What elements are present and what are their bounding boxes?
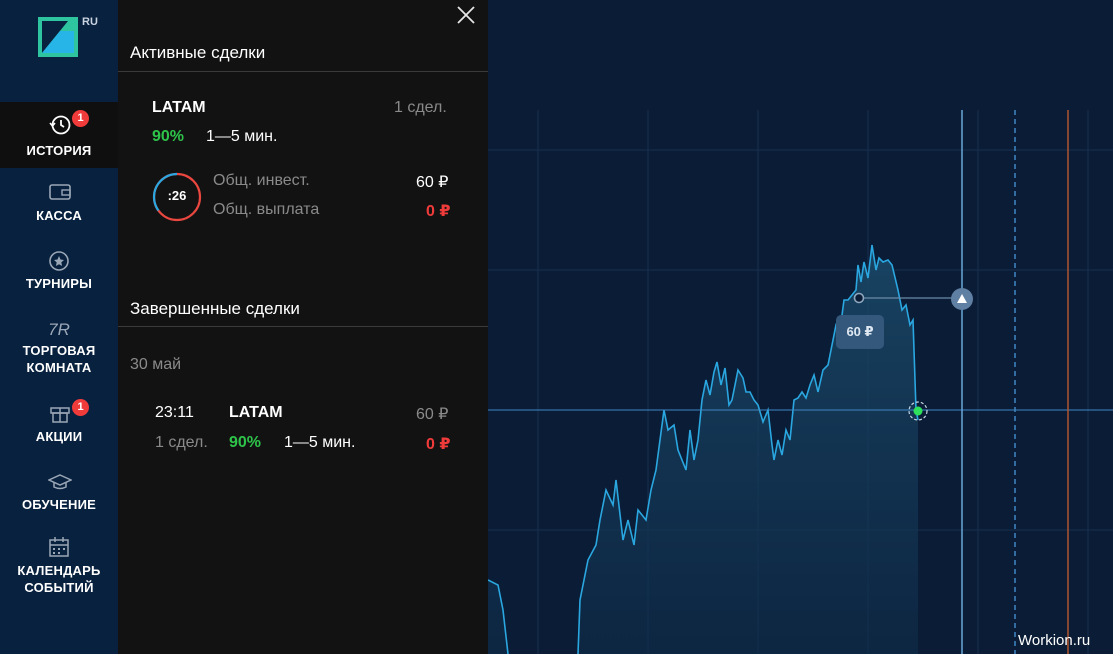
trade-amount-tooltip: 60 ₽ <box>836 315 884 349</box>
sidebar-item-label-line1: КАЛЕНДАРЬ <box>17 563 101 578</box>
logo-region: RU <box>82 16 98 28</box>
sidebar-item-label: ИСТОРИЯ <box>26 143 92 158</box>
completed-trade-percent: 90% <box>229 434 262 451</box>
completed-date: 30 май <box>130 356 182 373</box>
completed-trade-time: 23:11 <box>155 404 194 421</box>
sidebar-item-label-line1: ТОРГОВАЯ <box>22 343 96 358</box>
calendar-icon <box>44 536 74 560</box>
sidebar-item-label: ТУРНИРЫ <box>25 276 93 291</box>
current-point <box>913 406 923 416</box>
promotions-badge: 1 <box>72 399 89 416</box>
completed-trade-count: 1 сдел. <box>155 434 208 451</box>
graduation-cap-icon <box>44 472 74 496</box>
active-trade-percent: 90% <box>152 128 185 145</box>
price-chart-svg <box>487 110 1113 654</box>
active-trade-asset: LATAM <box>152 99 206 116</box>
invest-value: 60 ₽ <box>416 174 449 191</box>
close-icon[interactable] <box>455 4 477 26</box>
wallet-icon <box>44 182 74 206</box>
gift-icon <box>44 400 74 424</box>
payout-label: Общ. выплата <box>213 201 320 218</box>
sidebar-item-promotions[interactable]: 1 АКЦИИ <box>0 399 118 445</box>
sidebar-item-label-line2: КОМНАТА <box>26 360 92 375</box>
payout-value: 0 ₽ <box>426 203 451 220</box>
price-chart[interactable] <box>487 0 1113 654</box>
sidebar-item-events-calendar[interactable]: КАЛЕНДАРЬ СОБЫТИЙ <box>0 536 118 596</box>
sidebar-item-education[interactable]: ОБУЧЕНИЕ <box>0 472 118 513</box>
completed-trade-asset: LATAM <box>229 404 283 421</box>
history-badge: 1 <box>72 110 89 127</box>
completed-trade-amount: 60 ₽ <box>416 406 449 423</box>
sidebar: RU 1 ИСТОРИЯ КАССА ТУРНИРЫ 7R ТОРГОВАЯ К… <box>0 0 118 654</box>
active-trade-duration: 1—5 мин. <box>206 128 278 145</box>
sidebar-item-trading-room[interactable]: 7R ТОРГОВАЯ КОМНАТА <box>0 318 118 376</box>
completed-trade-payout: 0 ₽ <box>426 436 451 453</box>
trading-room-icon: 7R <box>48 320 70 339</box>
star-icon <box>44 250 74 274</box>
sidebar-item-label: КАССА <box>36 208 82 223</box>
sidebar-item-history[interactable]: 1 ИСТОРИЯ <box>0 102 118 168</box>
price-area <box>488 245 918 654</box>
divider <box>118 326 488 327</box>
sidebar-item-cashier[interactable]: КАССА <box>0 182 118 224</box>
sidebar-item-label: АКЦИИ <box>35 429 83 444</box>
completed-trades-title: Завершенные сделки <box>130 299 300 318</box>
watermark: Workion.ru <box>1018 632 1091 649</box>
history-icon <box>44 114 74 138</box>
active-trade-count: 1 сдел. <box>394 99 447 116</box>
active-trades-title: Активные сделки <box>130 43 266 62</box>
sidebar-item-label-line2: СОБЫТИЙ <box>24 580 94 595</box>
sidebar-item-tournaments[interactable]: ТУРНИРЫ <box>0 250 118 292</box>
invest-label: Общ. инвест. <box>213 172 310 189</box>
countdown-timer-text: :26 <box>167 188 187 203</box>
completed-trade-duration: 1—5 мин. <box>284 434 356 451</box>
logo-icon[interactable] <box>38 17 78 57</box>
divider <box>118 71 488 72</box>
sidebar-item-label: ОБУЧЕНИЕ <box>21 497 97 512</box>
trade-entry-point <box>853 292 865 304</box>
